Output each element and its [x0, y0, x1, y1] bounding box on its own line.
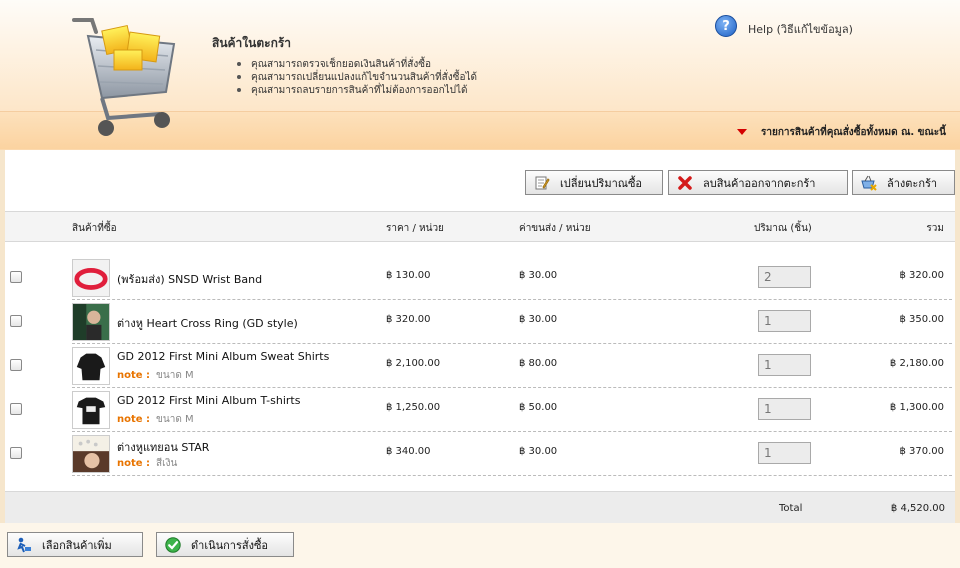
table-row: GD 2012 First Mini Album T-shirts note :… — [5, 387, 955, 431]
col-quantity: ปริมาณ (ชิ้น) — [754, 223, 812, 234]
unit-price: ฿ 1,250.00 — [386, 402, 441, 413]
edit-icon — [535, 176, 550, 189]
product-name[interactable]: ต่างหู Heart Cross Ring (GD style) — [117, 314, 298, 332]
col-product: สินค้าที่ซื้อ — [72, 223, 117, 234]
quantity-input[interactable]: 1 — [758, 398, 811, 420]
product-name[interactable]: ต่างหูแทยอน STAR — [117, 438, 209, 456]
shipping-price: ฿ 80.00 — [519, 358, 558, 369]
note-label: note : — [117, 370, 151, 381]
col-total: รวม — [926, 223, 944, 234]
unit-price: ฿ 320.00 — [386, 314, 431, 325]
unit-price: ฿ 2,100.00 — [386, 358, 441, 369]
product-thumbnail — [72, 347, 110, 385]
clear-cart-button[interactable]: ล้างตะกร้า — [852, 170, 955, 195]
cart-summary-label: รายการสินค้าที่คุณสั่งซื้อทั้งหมด ณ. ขณะ… — [761, 127, 946, 138]
check-icon — [165, 536, 181, 553]
checkout-button[interactable]: ดำเนินการสั่งซื้อ — [156, 532, 294, 557]
instruction-item: คุณสามารถลบรายการสินค้าที่ไม่ต้องการออกไ… — [237, 84, 477, 97]
table-row: ต่างหู Heart Cross Ring (GD style) ฿ 320… — [5, 299, 955, 343]
note-value: ขนาด M — [156, 370, 194, 381]
note-value: ขนาด M — [156, 414, 194, 425]
shipping-price: ฿ 30.00 — [519, 270, 558, 281]
help-link[interactable]: Help (วิธีแก้ไขข้อมูล) — [748, 20, 853, 38]
instruction-item: คุณสามารถตรวจเช็กยอดเงินสินค้าที่สั่งซื้… — [237, 58, 477, 71]
shipping-price: ฿ 30.00 — [519, 314, 558, 325]
shopping-cart-icon — [72, 18, 176, 136]
product-note: note : สีเงิน — [117, 456, 177, 471]
header-instructions: คุณสามารถตรวจเช็กยอดเงินสินค้าที่สั่งซื้… — [237, 58, 477, 97]
table-row: GD 2012 First Mini Album Sweat Shirts no… — [5, 343, 955, 387]
product-name[interactable]: GD 2012 First Mini Album T-shirts — [117, 394, 300, 407]
continue-shopping-label: เลือกสินค้าเพิ่ม — [42, 538, 112, 552]
help-icon[interactable]: ? — [715, 15, 737, 37]
unit-price: ฿ 340.00 — [386, 446, 431, 457]
grand-total-label: Total — [779, 503, 803, 514]
note-value: สีเงิน — [156, 458, 178, 469]
arrow-down-icon — [737, 129, 747, 135]
col-price: ราคา / หน่วย — [386, 223, 444, 234]
product-note: note : ขนาด M — [117, 412, 194, 427]
row-total: ฿ 370.00 — [899, 446, 944, 457]
note-label: note : — [117, 458, 151, 469]
shipping-price: ฿ 30.00 — [519, 446, 558, 457]
row-select-checkbox[interactable] — [10, 403, 22, 415]
continue-shopping-button[interactable]: เลือกสินค้าเพิ่ม — [7, 532, 143, 557]
basket-clear-icon — [861, 175, 877, 191]
row-total: ฿ 2,180.00 — [889, 358, 944, 369]
product-thumbnail — [72, 391, 110, 429]
row-divider — [72, 475, 952, 476]
product-name[interactable]: (พร้อมส่ง) SNSD Wrist Band — [117, 270, 262, 288]
quantity-input[interactable]: 1 — [758, 354, 811, 376]
row-total: ฿ 1,300.00 — [889, 402, 944, 413]
cart-table-header: สินค้าที่ซื้อ ราคา / หน่วย ค่าขนส่ง / หน… — [5, 211, 955, 242]
table-row: (พร้อมส่ง) SNSD Wrist Band ฿ 130.00 ฿ 30… — [5, 255, 955, 299]
note-label: note : — [117, 414, 151, 425]
delete-icon — [678, 175, 692, 190]
row-total: ฿ 350.00 — [899, 314, 944, 325]
page-title: สินค้าในตะกร้า — [212, 36, 292, 50]
checkout-label: ดำเนินการสั่งซื้อ — [191, 538, 269, 552]
quantity-input[interactable]: 2 — [758, 266, 811, 288]
instruction-item: คุณสามารถเปลี่ยนแปลงแก้ไขจำนวนสินค้าที่ส… — [237, 71, 477, 84]
row-select-checkbox[interactable] — [10, 447, 22, 459]
grand-total-value: ฿ 4,520.00 — [890, 503, 945, 514]
update-quantity-button[interactable]: เปลี่ยนปริมาณซื้อ — [525, 170, 663, 195]
quantity-input[interactable]: 1 — [758, 310, 811, 332]
row-total: ฿ 320.00 — [899, 270, 944, 281]
update-quantity-label: เปลี่ยนปริมาณซื้อ — [560, 176, 643, 190]
product-thumbnail — [72, 435, 110, 473]
table-row: ต่างหูแทยอน STAR note : สีเงิน ฿ 340.00 ฿… — [5, 431, 955, 475]
product-thumbnail — [72, 259, 110, 297]
cart-header: สินค้าในตะกร้า คุณสามารถตรวจเช็กยอดเงินส… — [0, 0, 960, 150]
row-select-checkbox[interactable] — [10, 315, 22, 327]
quantity-input[interactable]: 1 — [758, 442, 811, 464]
product-thumbnail — [72, 303, 110, 341]
product-name[interactable]: GD 2012 First Mini Album Sweat Shirts — [117, 350, 329, 363]
row-select-checkbox[interactable] — [10, 271, 22, 283]
bottom-actions — [0, 523, 960, 568]
unit-price: ฿ 130.00 — [386, 270, 431, 281]
remove-item-label: ลบสินค้าออกจากตะกร้า — [703, 176, 816, 190]
remove-item-button[interactable]: ลบสินค้าออกจากตะกร้า — [668, 170, 848, 195]
row-select-checkbox[interactable] — [10, 359, 22, 371]
product-note: note : ขนาด M — [117, 368, 194, 383]
cart-table-footer: Total ฿ 4,520.00 — [5, 491, 955, 523]
shopping-person-icon — [17, 537, 31, 552]
clear-cart-label: ล้างตะกร้า — [887, 176, 938, 190]
col-shipping: ค่าขนส่ง / หน่วย — [519, 223, 591, 234]
shipping-price: ฿ 50.00 — [519, 402, 558, 413]
